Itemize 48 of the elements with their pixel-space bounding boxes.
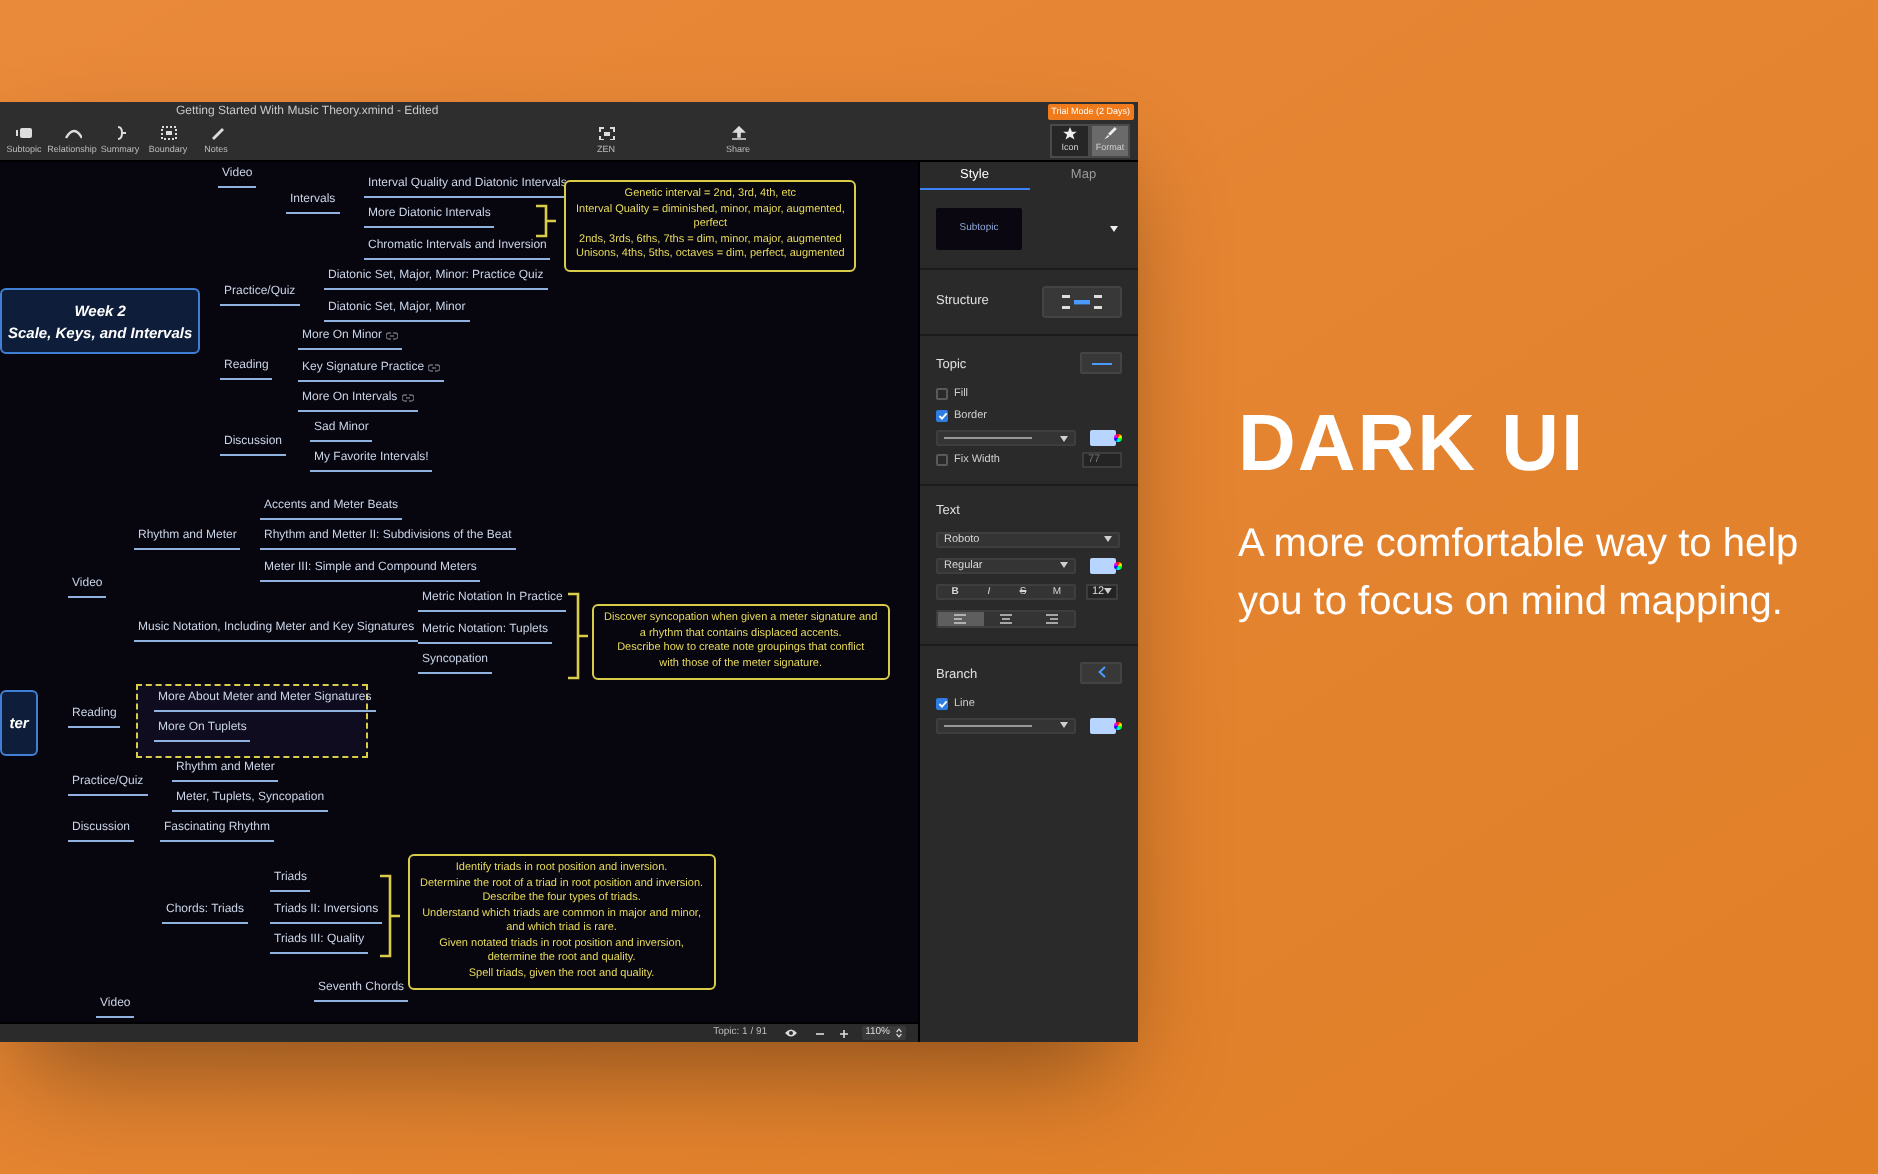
color-swatch[interactable] [1090, 430, 1116, 446]
caret-icon [1060, 435, 1068, 441]
summary-bracket [378, 874, 402, 958]
chevron-icon [1097, 666, 1105, 679]
arc-icon [63, 126, 81, 141]
caret-icon [1060, 722, 1068, 729]
color-swatch[interactable] [1090, 557, 1116, 574]
branch-style-button[interactable] [1080, 661, 1122, 684]
summary-bracket [534, 204, 558, 238]
checkbox[interactable] [936, 454, 948, 466]
summary-bracket [566, 592, 590, 680]
color-wheel-icon [1114, 561, 1122, 570]
caret-icon [1060, 562, 1068, 569]
caret-icon [1104, 588, 1112, 595]
upload-icon [729, 126, 747, 141]
check-icon [937, 699, 947, 708]
checkbox[interactable] [936, 388, 948, 400]
line-icon [1091, 361, 1111, 365]
check-icon [937, 412, 947, 420]
stepper-icon [896, 1028, 902, 1038]
line-style-icon [944, 723, 1032, 728]
zoom-in-button[interactable] [837, 1027, 850, 1039]
border-style-button[interactable] [1080, 352, 1122, 374]
align-right-icon [1045, 613, 1058, 624]
border-style-dropdown[interactable] [936, 430, 1076, 446]
subtopic-icon [15, 126, 33, 141]
align-button[interactable] [938, 611, 984, 626]
align-left-icon [954, 613, 967, 624]
caret-icon [1110, 226, 1118, 232]
zoom-out-button[interactable] [813, 1027, 826, 1039]
headline: DARK UI [1238, 400, 1588, 488]
line-style-dropdown[interactable] [936, 717, 1076, 734]
structure-button[interactable] [1042, 286, 1122, 318]
brush-icon [1102, 126, 1118, 141]
color-wheel-icon [1114, 721, 1122, 730]
color-swatch[interactable] [1090, 717, 1116, 734]
structure-icon [1062, 294, 1102, 310]
boundary-icon [159, 126, 177, 141]
align-center-icon [1000, 613, 1012, 624]
minus-icon [815, 1029, 824, 1037]
pencil-icon [207, 126, 225, 141]
line-style-icon [944, 436, 1032, 440]
color-wheel-icon [1114, 434, 1122, 442]
tagline: A more comfortable way to help you to focus on mind mapping. [1238, 520, 1801, 628]
caret-icon [1104, 536, 1112, 543]
expand-icon [597, 126, 615, 141]
plus-icon [839, 1029, 848, 1037]
star-icon [1062, 126, 1078, 141]
